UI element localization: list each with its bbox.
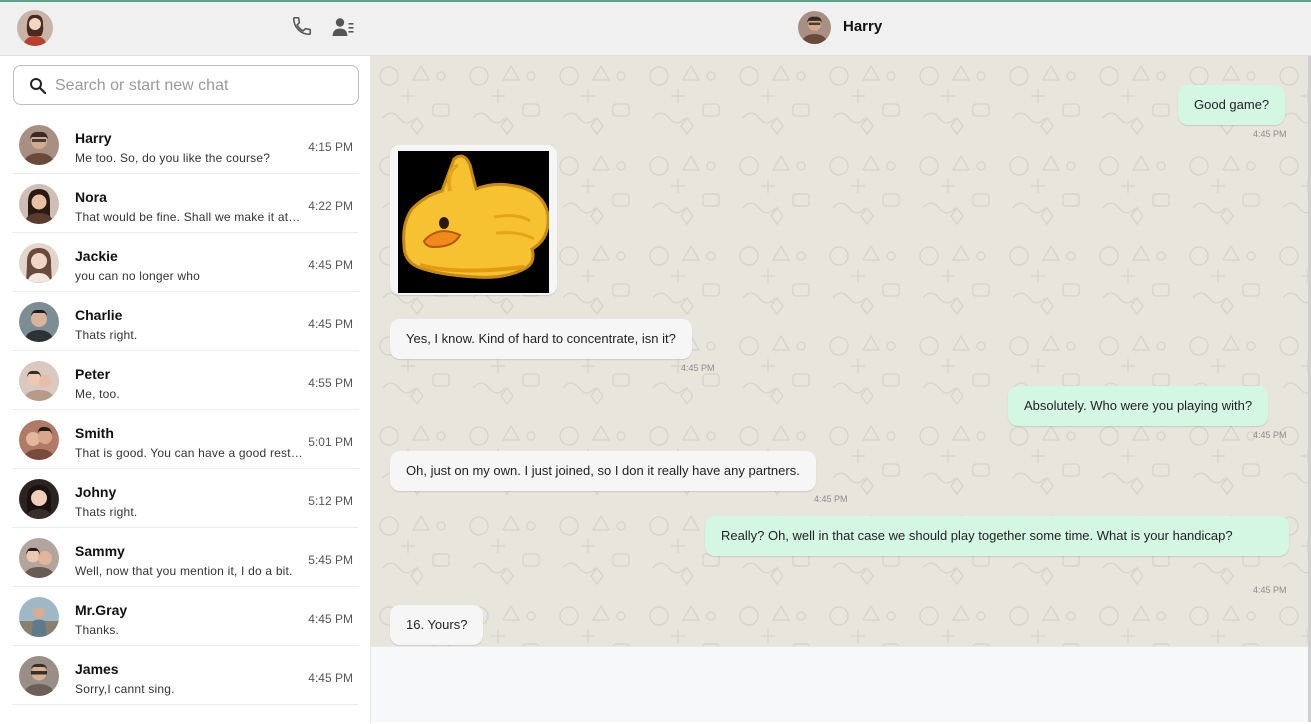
sidebar-header: [0, 0, 371, 56]
chat-item-james[interactable]: James Sorry,I cannt sing. 4:45 PM: [0, 646, 371, 705]
avatar: [19, 656, 59, 696]
chat-preview: Well, now that you mention it, I do a bi…: [75, 564, 293, 578]
chat-item-charlie[interactable]: Charlie Thats right. 4:45 PM: [0, 292, 371, 351]
contact-avatar[interactable]: [798, 11, 831, 44]
chat-name: Harry: [75, 130, 112, 146]
avatar: [19, 597, 59, 637]
message-bubble-outgoing[interactable]: Really? Oh, well in that case we should …: [705, 516, 1289, 556]
chat-item-johny[interactable]: Johny Thats right. 5:12 PM: [0, 469, 371, 528]
avatar: [19, 184, 59, 224]
message-bubble-outgoing[interactable]: Good game?: [1178, 85, 1286, 125]
chat-name: Mr.Gray: [75, 602, 128, 618]
chat-name: Charlie: [75, 307, 123, 323]
chat-item-peter[interactable]: Peter Me, too. 4:55 PM: [0, 351, 371, 410]
chat-preview: Thats right.: [75, 505, 138, 519]
sidebar: Harry Me too. So, do you like the course…: [0, 0, 371, 724]
chat-time: 4:55 PM: [308, 376, 353, 390]
chat-preview: That is good. You can have a good rest n…: [75, 446, 303, 460]
chat-name: Johny: [75, 484, 117, 500]
avatar: [19, 479, 59, 519]
message-bubble-incoming[interactable]: 16. Yours?: [390, 605, 484, 645]
avatar: [19, 302, 59, 342]
chat-item-mr-gray[interactable]: Mr.Gray Thanks. 4:45 PM: [0, 587, 371, 646]
chat-time: 4:45 PM: [308, 612, 353, 626]
chat-time: 5:12 PM: [308, 494, 353, 508]
search-input[interactable]: [55, 74, 345, 98]
chat-name: Sammy: [75, 543, 125, 559]
chat-name: Jackie: [75, 248, 118, 264]
chat-app: Harry Me too. So, do you like the course…: [0, 0, 1311, 724]
chat-list: Harry Me too. So, do you like the course…: [0, 115, 371, 705]
message-time: 4:45 PM: [1253, 129, 1287, 139]
search-icon: [29, 77, 47, 95]
chat-preview: Me too. So, do you like the course?: [75, 151, 271, 165]
chat-name: James: [75, 661, 119, 677]
chat-item-smith[interactable]: Smith That is good. You can have a good …: [0, 410, 371, 469]
avatar: [19, 361, 59, 401]
duck-thumbs-up-sticker: [398, 151, 549, 293]
chat-time: 5:01 PM: [308, 435, 353, 449]
search-box[interactable]: [13, 65, 359, 105]
composer-area[interactable]: [371, 646, 1309, 722]
contact-list-icon[interactable]: [331, 15, 355, 39]
my-avatar[interactable]: [17, 10, 53, 46]
chat-preview: Sorry,I cannt sing.: [75, 682, 175, 696]
chat-time: 4:45 PM: [308, 671, 353, 685]
chat-time: 5:45 PM: [308, 553, 353, 567]
message-area[interactable]: Good game? 4:45 PM Yes, I know. Kind of …: [371, 56, 1309, 646]
chat-time: 4:45 PM: [308, 258, 353, 272]
contact-name: Harry: [843, 18, 883, 35]
conversation-header: Harry: [371, 0, 1311, 56]
chat-preview: That would be fine. Shall we make it at …: [75, 210, 303, 224]
chat-name: Smith: [75, 425, 114, 441]
chat-time: 4:45 PM: [308, 317, 353, 331]
phone-icon[interactable]: [291, 15, 315, 39]
avatar: [19, 538, 59, 578]
chat-preview: Thanks.: [75, 623, 120, 637]
chat-name: Nora: [75, 189, 107, 205]
sticker-message[interactable]: [390, 145, 557, 295]
chat-time: 4:15 PM: [308, 140, 353, 154]
chat-preview: Me, too.: [75, 387, 120, 401]
chat-item-jackie[interactable]: Jackie you can no longer who 4:45 PM: [0, 233, 371, 292]
message-time: 4:45 PM: [814, 494, 848, 504]
message-time: 4:45 PM: [1253, 430, 1287, 440]
message-bubble-outgoing[interactable]: Absolutely. Who were you playing with?: [1008, 386, 1269, 426]
chat-preview: Thats right.: [75, 328, 138, 342]
conversation-panel: Harry Good game? 4:45 PM Yes, I know. Ki…: [371, 0, 1311, 724]
message-time: 4:45 PM: [681, 363, 715, 373]
chat-time: 4:22 PM: [308, 199, 353, 213]
message-bubble-incoming[interactable]: Oh, just on my own. I just joined, so I …: [390, 451, 816, 491]
chat-item-sammy[interactable]: Sammy Well, now that you mention it, I d…: [0, 528, 371, 587]
avatar: [19, 420, 59, 460]
message-bubble-incoming[interactable]: Yes, I know. Kind of hard to concentrate…: [390, 319, 692, 359]
avatar: [19, 125, 59, 165]
message-time: 4:45 PM: [1253, 585, 1287, 595]
chat-preview: you can no longer who: [75, 269, 200, 283]
chat-item-nora[interactable]: Nora That would be fine. Shall we make i…: [0, 174, 371, 233]
chat-item-harry[interactable]: Harry Me too. So, do you like the course…: [0, 115, 371, 174]
avatar: [19, 243, 59, 283]
chat-name: Peter: [75, 366, 111, 382]
